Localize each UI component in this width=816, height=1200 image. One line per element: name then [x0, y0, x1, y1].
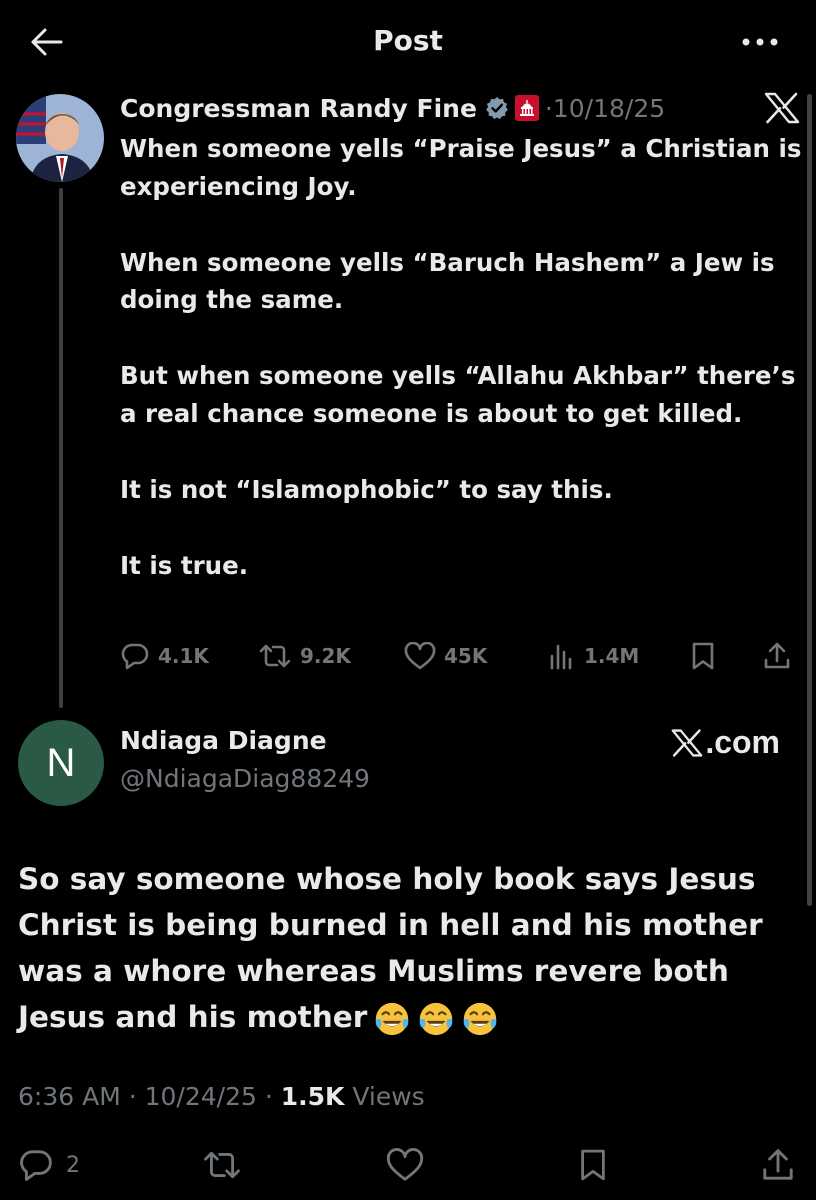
repost-count: 9.2K [300, 644, 351, 668]
reply-post-actions: 2 [18, 1142, 808, 1188]
parent-paragraph: It is true. [120, 550, 249, 580]
bookmark-icon [581, 1149, 605, 1181]
more-options-button[interactable] [740, 30, 780, 54]
share-button[interactable] [762, 636, 792, 676]
heart-icon [404, 642, 436, 670]
congress-affiliation-badge-icon[interactable] [514, 95, 539, 121]
face-with-tears-of-joy-icon [463, 1002, 497, 1035]
reply-author-handle[interactable]: @NdiagaDiag88249 [120, 764, 370, 793]
reply-button[interactable]: 2 [18, 1142, 80, 1188]
watermark-text: .com [705, 724, 780, 760]
parent-post-header: Congressman Randy Fine ·10/18/25 [120, 90, 665, 126]
emoji-group [373, 1000, 505, 1038]
x-com-watermark: .com [671, 724, 780, 761]
post-date[interactable]: 10/24/25 [145, 1082, 257, 1111]
top-bar: Post [0, 0, 816, 84]
reply-count: 2 [66, 1152, 80, 1178]
like-button[interactable]: 45K [404, 636, 487, 676]
reply-icon [121, 643, 149, 670]
verified-badge-icon [486, 97, 508, 119]
back-button[interactable] [26, 22, 66, 62]
views-count[interactable]: 1.5K [281, 1082, 345, 1111]
like-count: 45K [444, 644, 488, 668]
repost-button[interactable]: 9.2K [258, 636, 351, 676]
reply-count: 4.1K [158, 644, 209, 668]
parent-paragraph: When someone yells “Baruch Hashem” a Jew… [120, 247, 775, 315]
reply-author-avatar[interactable]: N [18, 720, 104, 806]
reply-button[interactable]: 4.1K [120, 636, 209, 676]
reply-icon [20, 1150, 52, 1181]
share-icon [763, 1149, 793, 1180]
parent-paragraph: It is not “Islamophobic” to say this. [120, 474, 613, 504]
parent-author-name[interactable]: Congressman Randy Fine [120, 94, 477, 123]
x-logo-icon [671, 728, 703, 757]
thread-connector-line [59, 188, 63, 708]
page-title: Post [373, 24, 443, 57]
views-chart-icon [550, 644, 572, 670]
post-time[interactable]: 6:36 AM [18, 1082, 121, 1111]
share-button[interactable] [760, 1142, 796, 1188]
reply-author-name[interactable]: Ndiaga Diagne [120, 726, 327, 755]
arrow-left-icon [31, 28, 63, 56]
views-label: Views [344, 1082, 425, 1111]
x-logo-icon [764, 92, 800, 124]
repost-button[interactable] [202, 1142, 242, 1188]
like-button[interactable] [386, 1142, 424, 1188]
face-with-tears-of-joy-icon [375, 1002, 409, 1035]
reply-post-text: So say someone whose holy book says Jesu… [18, 856, 808, 1040]
bookmark-button[interactable] [578, 1142, 608, 1188]
heart-icon [386, 1148, 424, 1181]
views-button[interactable]: 1.4M [548, 636, 639, 676]
repost-icon [259, 644, 291, 668]
parent-post-date[interactable]: ·10/18/25 [545, 94, 665, 123]
post-metadata: 6:36 AM · 10/24/25 · 1.5K Views [18, 1082, 425, 1111]
face-with-tears-of-joy-icon [419, 1002, 453, 1035]
avatar-portrait-image [16, 94, 104, 182]
parent-paragraph: But when someone yells “Allahu Akhbar” t… [120, 361, 796, 428]
scrollbar[interactable] [807, 94, 812, 906]
parent-paragraph: When someone yells “Praise Jesus” a Chri… [120, 134, 802, 201]
views-count: 1.4M [584, 644, 640, 668]
bookmark-icon [692, 642, 714, 670]
more-dots-icon [742, 38, 778, 46]
share-icon [764, 642, 790, 669]
repost-icon [204, 1151, 240, 1179]
bookmark-button[interactable] [690, 636, 716, 676]
parent-author-avatar[interactable] [16, 94, 104, 182]
meta-separator: · [256, 1082, 281, 1111]
parent-post-text: When someone yells “Praise Jesus” a Chri… [120, 130, 810, 584]
meta-separator: · [120, 1082, 145, 1111]
parent-post-actions: 4.1K 9.2K 45K 1.4M [120, 636, 800, 676]
